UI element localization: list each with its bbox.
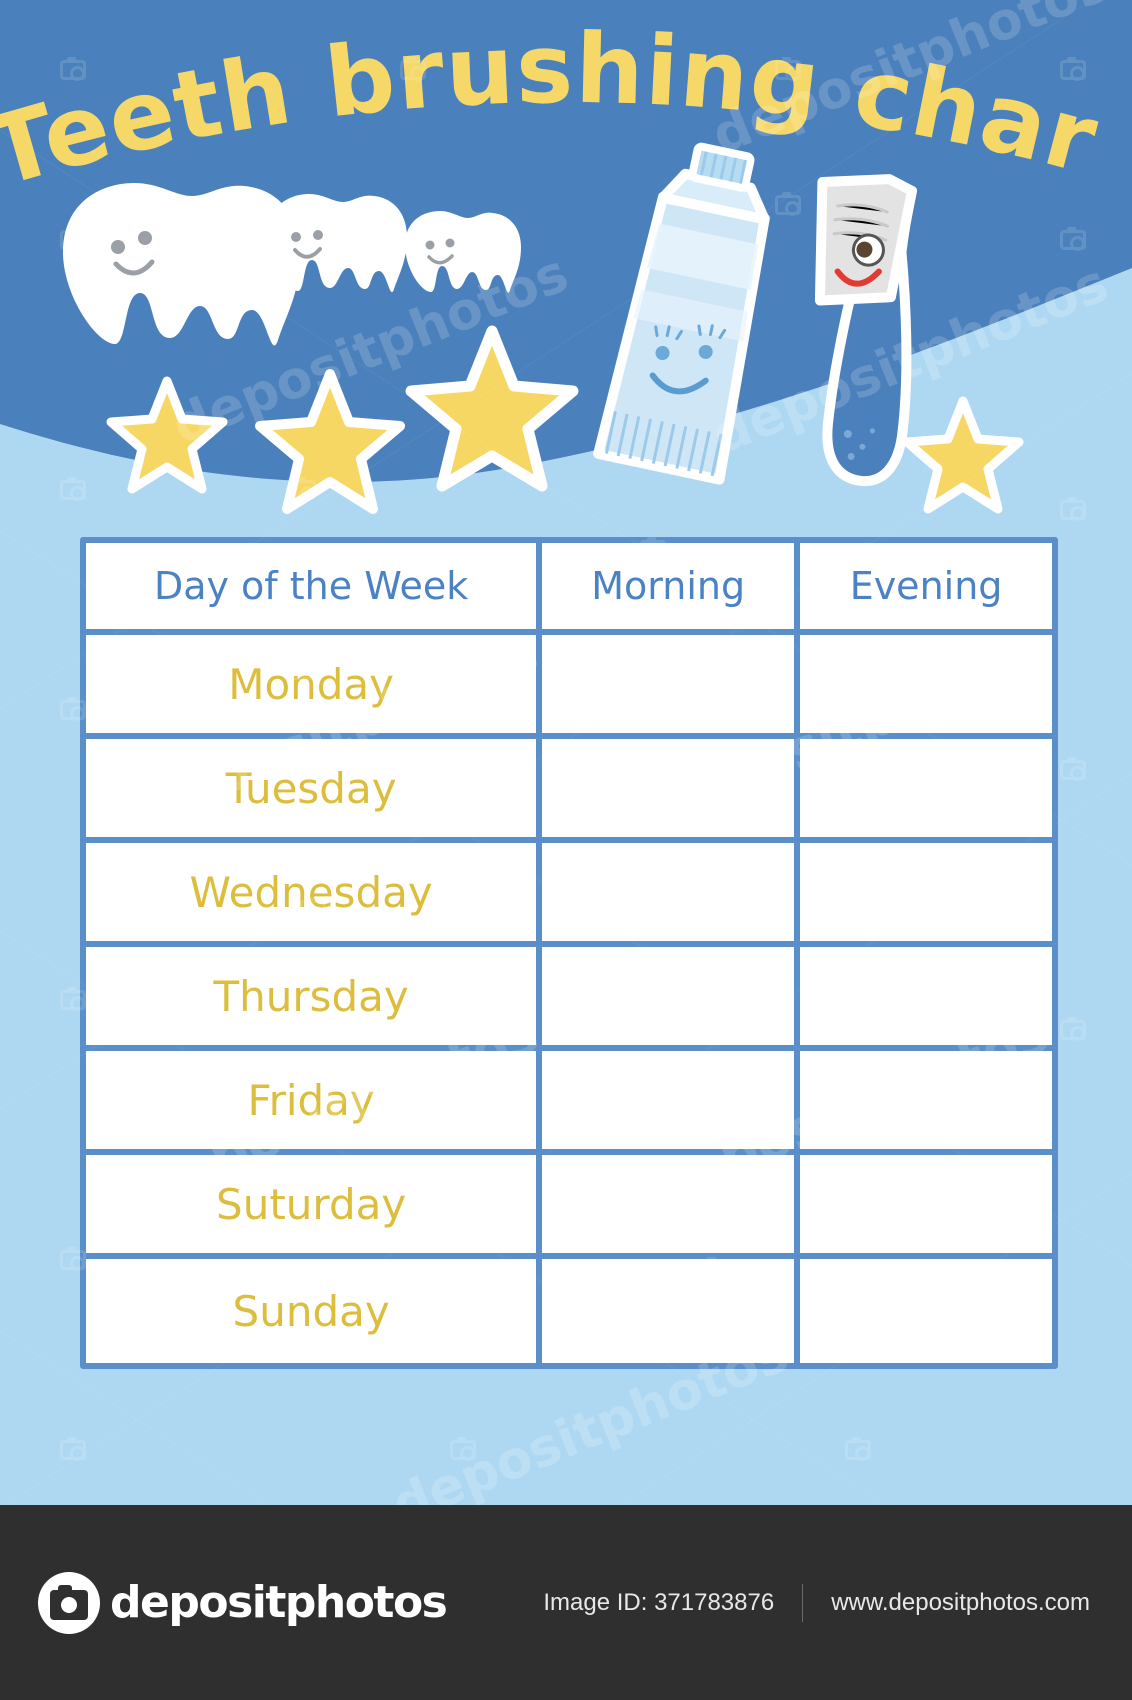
camera-icon [38,1571,100,1634]
day-label-wednesday: Wednesday [86,843,537,947]
checkbox-cell-wednesday-morning[interactable] [536,843,795,947]
checkbox-cell-thursday-evening[interactable] [794,947,1052,1051]
website-link[interactable]: www.depositphotos.com [831,1589,1090,1617]
toothpaste-tube-icon [593,142,770,485]
day-label-monday: Monday [86,635,537,739]
checkbox-cell-sunday-morning[interactable] [536,1259,795,1363]
table-row: Suturday [86,1155,1052,1259]
checkbox-cell-monday-evening[interactable] [794,635,1052,739]
checkbox-cell-friday-morning[interactable] [536,1051,795,1155]
checkbox-cell-wednesday-evening[interactable] [794,843,1052,947]
star-2-icon [255,369,405,514]
checkbox-cell-tuesday-evening[interactable] [794,739,1052,843]
column-header-evening: Evening [794,543,1052,635]
footer-meta: Image ID: 371783876 www.depositphotos.co… [543,1583,1090,1622]
tooth-small-icon [405,211,521,293]
poster-root: Teeth brushing chart Day of the Week Mor… [0,0,1132,1700]
day-label-sunday: Sunday [86,1259,537,1363]
checkbox-cell-sunday-evening[interactable] [794,1259,1052,1363]
brand-name: depositphotos [110,1577,448,1628]
brushing-chart-table: Day of the Week Morning Evening Monday T… [80,537,1058,1369]
image-id-label: Image ID: 371783876 [543,1588,775,1616]
table-row: Sunday [86,1259,1052,1363]
table-row: Friday [86,1051,1052,1155]
checkbox-cell-friday-evening[interactable] [794,1051,1052,1155]
star-3-icon [405,325,579,492]
table-row: Monday [86,635,1052,739]
table-row: Thursday [86,947,1052,1051]
day-label-tuesday: Tuesday [86,739,537,843]
depositphotos-logo[interactable]: depositphotos [38,1571,448,1634]
footer-divider [802,1583,804,1622]
checkbox-cell-saturday-evening[interactable] [794,1155,1052,1259]
checkbox-cell-saturday-morning[interactable] [536,1155,795,1259]
footer-bar: depositphotos Image ID: 371783876 www.de… [0,1505,1132,1700]
day-label-thursday: Thursday [86,947,537,1051]
day-label-saturday: Suturday [86,1155,537,1259]
checkbox-cell-thursday-morning[interactable] [536,947,795,1051]
table-row: Tuesday [86,739,1052,843]
tooth-large-icon [63,183,300,346]
table-row: Wednesday [86,843,1052,947]
day-label-friday: Friday [86,1051,537,1155]
column-header-morning: Morning [536,543,795,635]
checkbox-cell-monday-morning[interactable] [536,635,795,739]
table-header-row: Day of the Week Morning Evening [86,543,1052,635]
column-header-day: Day of the Week [86,543,537,635]
star-1-icon [106,376,228,494]
tooth-medium-icon [268,194,407,293]
star-4-icon [902,396,1024,514]
checkbox-cell-tuesday-morning[interactable] [536,739,795,843]
